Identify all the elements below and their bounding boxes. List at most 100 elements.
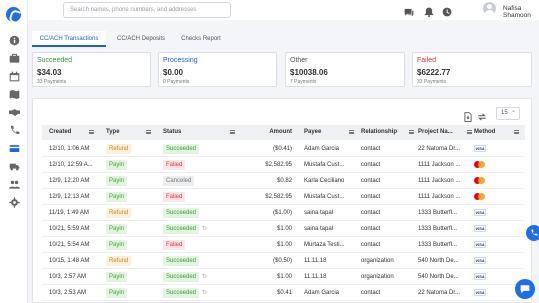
people-icon[interactable] xyxy=(7,178,21,190)
project-cell[interactable]: 540 North De... xyxy=(418,269,473,285)
column-header[interactable]: Project Na... xyxy=(418,125,473,140)
summary-card-other[interactable]: Other $10038.06 7 Payments xyxy=(285,52,405,87)
table-row[interactable]: 12/10, 1:06 AM Refund Succeeded ($0.41) Adam… xyxy=(42,141,525,157)
table-row[interactable]: 10/3, 2:53 AM Payin Succeeded ↻ $0.41 Adam Ga… xyxy=(42,285,525,301)
export-icon[interactable] xyxy=(463,109,474,122)
truck-icon[interactable] xyxy=(7,160,21,172)
phone-icon[interactable] xyxy=(7,124,21,136)
chat-icon[interactable] xyxy=(404,4,414,17)
search-input[interactable]: Search names, phone numbers, and address… xyxy=(63,2,231,18)
user-name[interactable]: Nafisa Shamoon xyxy=(503,5,539,19)
payee-cell[interactable]: Adam Garcia xyxy=(304,285,359,301)
column-header[interactable]: Status xyxy=(163,125,240,140)
payee-cell[interactable]: saina tapal xyxy=(304,205,359,221)
table-row[interactable]: 10/21, 5:59 AM Payin Succeeded ↻ $1.00 saina … xyxy=(42,221,525,237)
chat-button[interactable] xyxy=(515,279,535,299)
mastercard-icon xyxy=(474,176,486,184)
column-header[interactable]: Relationship xyxy=(361,125,417,140)
column-header[interactable]: Method xyxy=(474,125,520,140)
project-cell[interactable]: 22 Natoma Dr... xyxy=(418,285,473,301)
handshake-icon[interactable] xyxy=(7,106,21,118)
table-row[interactable]: 11/19, 1:49 AM Refund Succeeded ($1.00) sain… xyxy=(42,205,525,221)
table-row[interactable]: 12/9, 12:20 AM Payin Canceled $0.82 Karla Ce… xyxy=(42,173,525,189)
table-row[interactable]: 10/3, 2:57 AM Payin Succeeded ↻ $1.00 11.11.1… xyxy=(42,269,525,285)
payee-cell[interactable]: 11.11.18 xyxy=(304,269,359,285)
card-count: 0 Payments xyxy=(163,79,190,85)
created-cell: 10/3, 2:53 AM xyxy=(49,290,87,296)
payee-cell[interactable]: Adam Garcia xyxy=(304,141,359,157)
column-menu-icon[interactable] xyxy=(230,130,235,134)
chat-icon xyxy=(520,285,530,294)
refresh-icon[interactable] xyxy=(477,109,488,121)
project-cell[interactable]: 1333 Butterfl... xyxy=(418,237,473,253)
column-menu-icon[interactable] xyxy=(89,130,94,134)
column-menu-icon[interactable] xyxy=(514,130,519,134)
column-header[interactable]: Payee xyxy=(304,125,359,140)
summary-card-processing[interactable]: Processing $0.00 0 Payments xyxy=(158,52,277,87)
column-header[interactable]: Amount xyxy=(252,125,292,140)
payee-cell[interactable]: 11.11.18 xyxy=(304,253,359,269)
project-cell[interactable]: 1111 Jackson ... xyxy=(418,157,473,173)
refresh-icon[interactable]: ↻ xyxy=(202,226,207,232)
amount-cell: ($1.00) xyxy=(272,210,292,216)
method-cell: VISA xyxy=(474,221,514,237)
sidebar xyxy=(0,0,28,303)
visa-icon: VISA xyxy=(474,256,486,264)
payee-cell[interactable]: Murtaza Testi... xyxy=(304,237,359,253)
tab-checks-report[interactable]: Checks Report xyxy=(175,31,227,47)
table-row[interactable]: 12/10, 12:59 A... Payin Failed $2,582.95 Mus… xyxy=(42,157,525,173)
relationship-cell: contact xyxy=(361,210,381,216)
payee-cell[interactable]: Mustafa Cust... xyxy=(304,157,359,173)
column-menu-icon[interactable] xyxy=(467,130,472,134)
column-header[interactable]: Created xyxy=(49,125,99,140)
briefcase-icon[interactable] xyxy=(7,52,21,64)
project-cell[interactable]: 1111 Jackson ... xyxy=(418,173,473,189)
created-cell: 11/19, 1:49 AM xyxy=(49,210,89,216)
column-header[interactable]: Type xyxy=(106,125,156,140)
summary-card-succeeded[interactable]: Succeeded $34.03 33 Payments xyxy=(32,52,151,87)
amount-cell: $2,582.95 xyxy=(265,194,292,200)
refresh-icon[interactable]: ↻ xyxy=(202,290,207,296)
credit-card-icon[interactable] xyxy=(7,142,21,154)
project-cell[interactable]: 540 North De... xyxy=(418,253,473,269)
table-row[interactable]: 10/15, 1:48 AM Refund Succeeded ($0.50) 11.1… xyxy=(42,253,525,269)
map-icon[interactable] xyxy=(7,88,21,100)
settings-icon[interactable] xyxy=(7,196,21,208)
project-cell[interactable]: 1111 Jackson ... xyxy=(418,189,473,205)
call-button[interactable] xyxy=(526,225,539,241)
table-header: Created Type Status Amount Payee Relatio… xyxy=(42,125,525,140)
payee-cell[interactable]: Mustafa Cust... xyxy=(304,189,359,205)
tab-cc-ach-transactions[interactable]: CC/ACH Transactions xyxy=(32,31,106,47)
bell-icon[interactable] xyxy=(424,4,434,17)
payee-cell[interactable]: saina tapal xyxy=(304,221,359,237)
column-menu-icon[interactable] xyxy=(146,130,151,134)
info-icon[interactable] xyxy=(7,34,21,46)
column-menu-icon[interactable] xyxy=(409,130,414,134)
payee-cell[interactable]: Karla Ceciliano xyxy=(304,173,359,189)
page-size-select[interactable]: 15 xyxy=(496,106,520,120)
project-cell[interactable]: 22 Natoma Dr... xyxy=(418,141,473,157)
visa-icon: VISA xyxy=(474,272,486,280)
tab-cc-ach-deposits[interactable]: CC/ACH Deposits xyxy=(110,31,172,47)
status-badge: Succeeded xyxy=(163,144,200,154)
summary-card-failed[interactable]: Failed $6222.77 33 Payments xyxy=(412,52,532,87)
relationship-cell: contact xyxy=(361,146,381,152)
avatar[interactable] xyxy=(483,2,496,15)
table-row[interactable]: 12/9, 12:13 AM Payin Failed $2,582.95 Mustaf… xyxy=(42,189,525,205)
app-logo[interactable] xyxy=(6,7,21,22)
status-badge: Succeeded xyxy=(163,224,200,234)
amount-cell: ($0.41) xyxy=(272,146,292,152)
calendar-icon[interactable] xyxy=(7,70,21,82)
created-cell: 10/15, 1:48 AM xyxy=(49,258,90,264)
project-cell[interactable]: 1333 Butterfl... xyxy=(418,205,473,221)
column-menu-icon[interactable] xyxy=(349,130,354,134)
table-row[interactable]: 10/21, 5:54 AM Payin Failed $1.00 Murtaza Te… xyxy=(42,237,525,253)
method-cell xyxy=(474,189,514,205)
method-cell: VISA xyxy=(474,205,514,221)
status-cell: Succeeded xyxy=(163,141,240,157)
type-cell: Payin xyxy=(106,269,156,285)
relationship-cell: contact xyxy=(361,162,381,168)
refresh-icon[interactable]: ↻ xyxy=(202,274,207,280)
clock-icon[interactable] xyxy=(442,4,452,17)
project-cell[interactable]: 1333 Butterfl... xyxy=(418,221,473,237)
